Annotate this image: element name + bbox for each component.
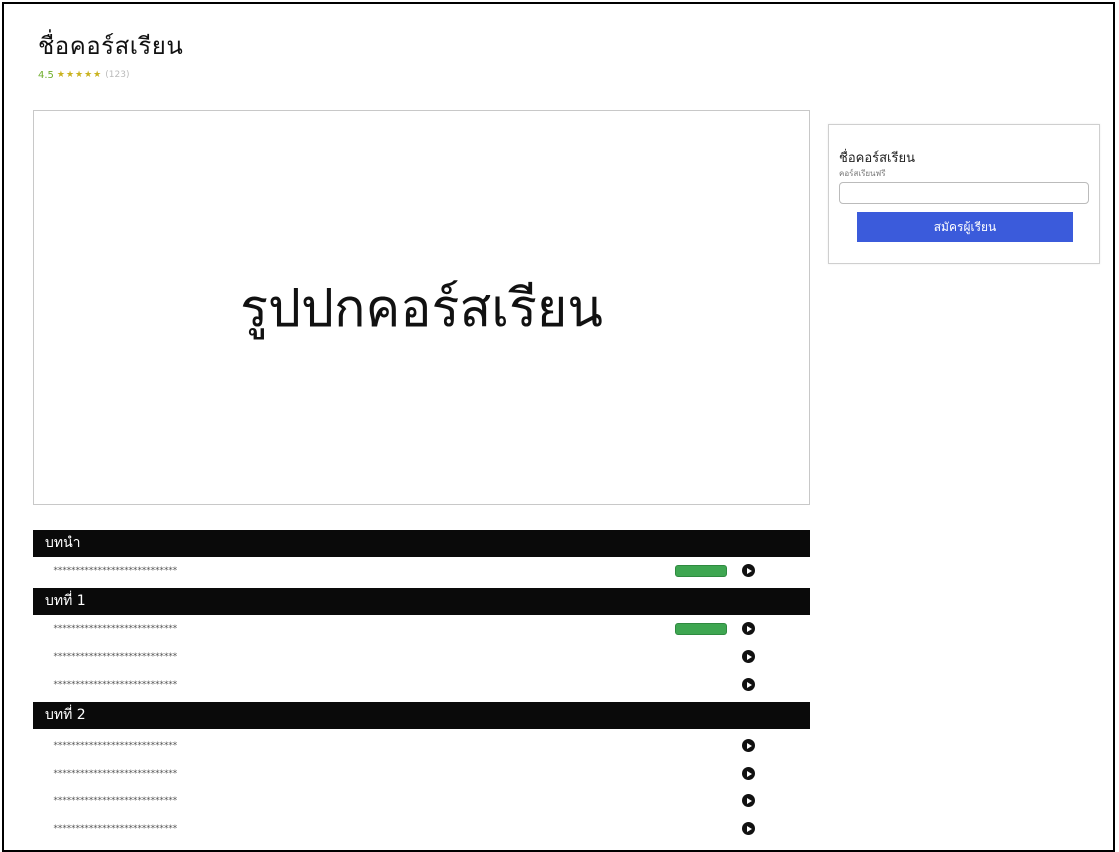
- card-course-title: ชื่อคอร์สเรียน: [839, 151, 915, 166]
- course-title: ชื่อคอร์สเรียน: [38, 32, 184, 60]
- card-subtitle: คอร์สเรียนฟรี: [839, 169, 886, 178]
- lesson-title: ****************************: [53, 566, 178, 576]
- play-icon[interactable]: [742, 564, 755, 577]
- play-icon[interactable]: [742, 622, 755, 635]
- rating-count: (123): [105, 70, 130, 80]
- rating-row: 4.5 ★★★★★ (123): [38, 68, 129, 82]
- lesson-item[interactable]: ****************************: [33, 648, 760, 670]
- play-icon[interactable]: [742, 739, 755, 752]
- lesson-item[interactable]: ****************************: [33, 737, 760, 759]
- lesson-item[interactable]: ****************************: [33, 792, 760, 814]
- section-header-chapter-1[interactable]: บทที่ 1: [33, 588, 810, 615]
- play-icon[interactable]: [742, 822, 755, 835]
- lesson-title: ****************************: [53, 824, 178, 834]
- play-icon[interactable]: [742, 678, 755, 691]
- lesson-title: ****************************: [53, 624, 178, 634]
- lesson-title: ****************************: [53, 741, 178, 751]
- lesson-item[interactable]: ****************************: [33, 562, 760, 584]
- cover-placeholder-text: รูปปกคอร์สเรียน: [240, 279, 603, 339]
- free-preview-badge: [675, 623, 727, 635]
- free-preview-badge: [675, 565, 727, 577]
- lesson-title: ****************************: [53, 796, 178, 806]
- lesson-title: ****************************: [53, 769, 178, 779]
- play-icon[interactable]: [742, 767, 755, 780]
- enroll-button[interactable]: สมัครผู้เรียน: [857, 212, 1073, 242]
- lesson-title: ****************************: [53, 652, 178, 662]
- enroll-card: ชื่อคอร์สเรียน คอร์สเรียนฟรี สมัครผู้เรี…: [828, 124, 1100, 264]
- section-header-intro[interactable]: บทนำ: [33, 530, 810, 557]
- lesson-item[interactable]: ****************************: [33, 765, 760, 787]
- lesson-item[interactable]: ****************************: [33, 620, 760, 642]
- lesson-title: ****************************: [53, 680, 178, 690]
- course-cover-image: รูปปกคอร์สเรียน: [33, 110, 810, 505]
- play-icon[interactable]: [742, 650, 755, 663]
- play-icon[interactable]: [742, 794, 755, 807]
- lesson-item[interactable]: ****************************: [33, 820, 760, 842]
- rating-stars-icon: ★★★★★: [56, 70, 103, 80]
- lesson-item[interactable]: ****************************: [33, 676, 760, 698]
- enroll-input[interactable]: [839, 182, 1089, 204]
- section-header-chapter-2[interactable]: บทที่ 2: [33, 702, 810, 729]
- rating-value: 4.5: [38, 69, 54, 81]
